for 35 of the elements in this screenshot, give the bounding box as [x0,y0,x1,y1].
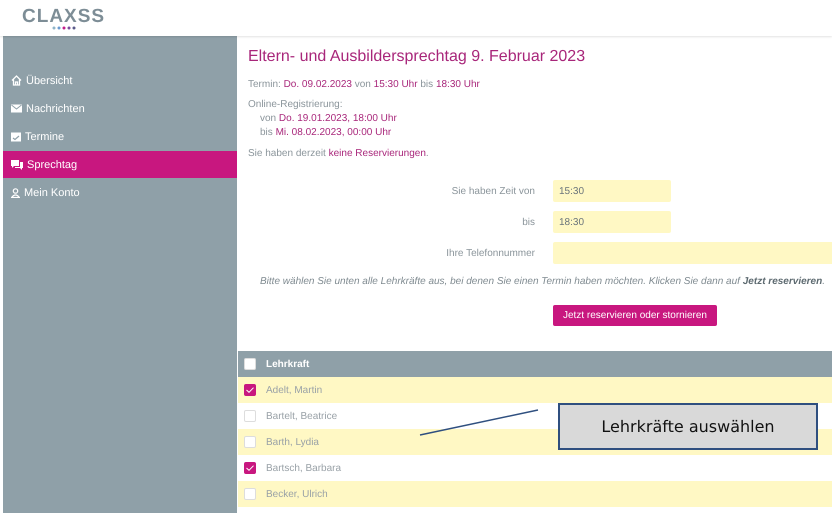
callout-box: Lehrkräfte auswählen [558,403,818,450]
chat-icon [11,160,23,170]
registration-label: Online-Registrierung: [248,98,344,112]
checkbox[interactable] [244,462,256,474]
teacher-name: Becker, Ulrich [266,488,328,500]
date-info: Termin: Do. 09.02.2023 von 15:30 Uhr bis 18:30 Uhr [248,78,481,92]
reserve-button[interactable]: Jetzt reservieren oder stornieren [553,305,717,326]
registration-start: von Do. 19.01.2023, 18:00 Uhr [259,112,398,126]
teacher-name: Bartelt, Beatrice [266,410,338,422]
input-field[interactable] [553,242,832,264]
checkbox[interactable] [244,384,256,396]
field-label: Sie haben Zeit von [450,186,535,196]
envelope-icon [11,104,22,113]
column-header: Lehrkraft [266,358,310,370]
input-field[interactable]: 15:30 [553,180,671,202]
teacher-name: Bartsch, Barbara [266,462,342,474]
field-label: Ihre Telefonnummer [445,248,535,258]
person-icon [11,188,20,198]
sidebar-item[interactable]: Termine [3,123,237,150]
field-label: bis [521,216,535,228]
reservation-status: Sie haben derzeit keine Reservierungen. [248,147,430,161]
page-title: Eltern- und Ausbildersprechtag 9. Februar 2023 [248,48,586,66]
dots-icon [52,26,76,30]
sidebar-item[interactable]: Übersicht [3,67,237,94]
sidebar-item[interactable]: Mein Konto [3,179,237,206]
sidebar-item[interactable]: Sprechtag [3,151,237,178]
sidebar-item[interactable]: Nachrichten [3,95,237,122]
calendar-icon [11,132,21,142]
logo: CLAXSS [22,6,106,26]
registration-end: bis Mi. 08.02.2023, 00:00 Uhr [259,126,392,140]
home-icon [11,75,22,86]
teacher-name: Barth, Lydia [266,436,319,448]
instruction-text: Bitte wählen Sie unten alle Lehrkräfte aus, bei denen Sie einen Termin haben möchten. Klicken Sie dann auf Jetzt reservieren. [260,276,826,287]
input-field[interactable]: 18:30 [553,211,671,233]
teacher-name: Adelt, Martin [266,384,322,396]
